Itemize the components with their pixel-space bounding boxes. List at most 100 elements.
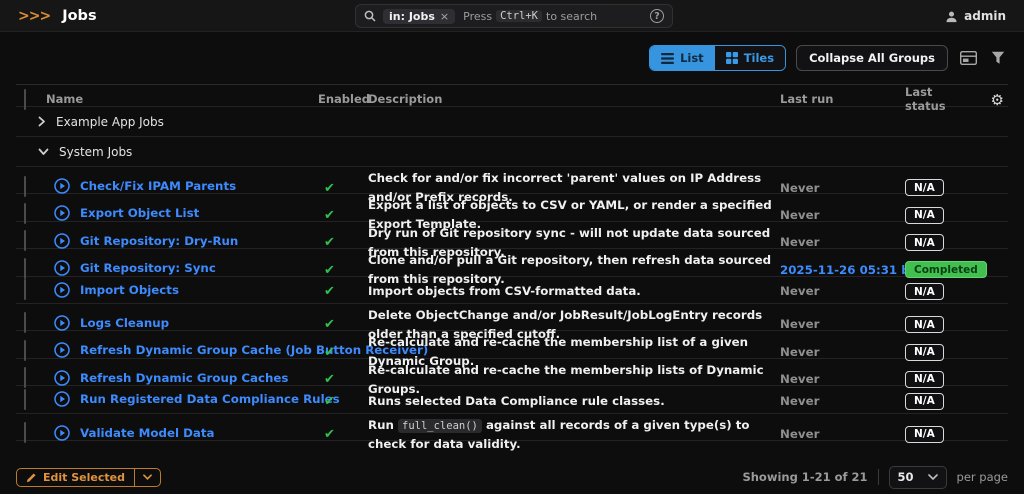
row-checkbox[interactable] — [24, 422, 26, 443]
job-name-link[interactable]: Git Repository: Dry-Run — [80, 234, 238, 248]
row-checkbox[interactable] — [24, 312, 26, 333]
search-filter-chip-label: in: Jobs — [389, 10, 435, 23]
run-job-button[interactable] — [54, 205, 70, 221]
edit-selected-dropdown-button[interactable] — [134, 469, 160, 486]
enabled-check-icon: ✔ — [324, 208, 335, 223]
run-job-button[interactable] — [54, 370, 70, 386]
user-menu[interactable]: admin — [945, 0, 1006, 32]
row-checkbox[interactable] — [24, 340, 26, 361]
column-header-last-status[interactable]: Last status — [905, 85, 975, 113]
per-page-select[interactable]: 50 — [889, 466, 947, 489]
search-filter-chip: in: Jobs × — [383, 9, 455, 24]
filter-icon[interactable] — [988, 48, 1008, 68]
search-input[interactable]: in: Jobs × Press Ctrl+K to search ? — [355, 4, 673, 28]
run-job-button[interactable] — [54, 233, 70, 249]
last-run-value: Never — [780, 284, 819, 298]
group-row[interactable]: Example App Jobs — [16, 107, 1008, 137]
group-row[interactable]: System Jobs — [16, 137, 1008, 167]
run-job-button[interactable] — [54, 260, 70, 276]
row-checkbox[interactable] — [24, 389, 26, 410]
enabled-check-icon: ✔ — [324, 372, 335, 387]
navbar: >>> Jobs in: Jobs × Press Ctrl+K to sear… — [0, 0, 1024, 32]
chip-close-icon[interactable]: × — [440, 10, 449, 23]
row-checkbox[interactable] — [24, 203, 26, 224]
jobs-page: >>> Jobs in: Jobs × Press Ctrl+K to sear… — [0, 0, 1024, 494]
status-badge: N/A — [905, 371, 944, 388]
search-icon — [364, 10, 376, 22]
collapse-all-groups-button[interactable]: Collapse All Groups — [796, 45, 948, 71]
status-badge: N/A — [905, 234, 944, 251]
job-name-link[interactable]: Import Objects — [80, 283, 179, 297]
job-name-link[interactable]: Run Registered Data Compliance Rules — [80, 392, 340, 406]
code-snippet: full_clean() — [398, 419, 482, 433]
enabled-check-icon: ✔ — [324, 284, 335, 299]
table-row: Logs Cleanup✔Delete ObjectChange and/or … — [16, 304, 1008, 331]
job-name-link[interactable]: Check/Fix IPAM Parents — [80, 179, 236, 193]
row-checkbox[interactable] — [24, 230, 26, 251]
job-name-link[interactable]: Validate Model Data — [80, 426, 214, 440]
select-all-checkbox[interactable] — [24, 89, 26, 110]
footer: Edit Selected Showing 1-21 of 21 50 per … — [16, 463, 1008, 491]
table-settings-gear-icon[interactable]: ⚙ — [991, 91, 1004, 109]
column-header-description: Description — [368, 92, 780, 106]
table-config-icon[interactable] — [958, 48, 978, 68]
status-badge: N/A — [905, 207, 944, 224]
divider — [878, 469, 879, 485]
list-view-button[interactable]: List — [650, 46, 715, 70]
ctrl-k-kbd: Ctrl+K — [496, 10, 542, 22]
search-help-icon[interactable]: ? — [650, 9, 664, 23]
status-badge: Completed — [905, 261, 987, 278]
run-job-button[interactable] — [54, 178, 70, 194]
job-name-link[interactable]: Refresh Dynamic Group Caches — [80, 371, 288, 385]
chevron-down-icon — [38, 148, 49, 156]
row-checkbox[interactable] — [24, 176, 26, 197]
job-name-link[interactable]: Export Object List — [80, 206, 199, 220]
table-row: Refresh Dynamic Group Caches✔Re-calculat… — [16, 359, 1008, 386]
job-name-link[interactable]: Logs Cleanup — [80, 316, 169, 330]
enabled-check-icon: ✔ — [324, 317, 335, 332]
edit-selected-button[interactable]: Edit Selected — [17, 469, 134, 486]
enabled-check-icon: ✔ — [324, 427, 335, 442]
run-job-button[interactable] — [54, 342, 70, 358]
status-badge: N/A — [905, 316, 944, 333]
tiles-icon — [726, 52, 738, 64]
status-badge: N/A — [905, 344, 944, 361]
enabled-check-icon: ✔ — [324, 345, 335, 360]
enabled-check-icon: ✔ — [324, 263, 335, 278]
job-description: Run full_clean() against all records of … — [368, 418, 750, 451]
edit-selected-split-button: Edit Selected — [16, 468, 161, 487]
pencil-icon — [26, 472, 37, 483]
table-row: Import Objects✔Import objects from CSV-f… — [16, 277, 1008, 304]
row-checkbox[interactable] — [24, 258, 26, 279]
tiles-view-button[interactable]: Tiles — [715, 46, 785, 70]
jobs-table: Name Enabled Description Last run Last s… — [16, 84, 1008, 441]
table-row: Refresh Dynamic Group Cache (Job Button … — [16, 331, 1008, 358]
last-run-value: Never — [780, 345, 819, 359]
column-header-name[interactable]: Name — [46, 92, 318, 106]
row-checkbox[interactable] — [24, 367, 26, 388]
search-placeholder: Press Ctrl+K to search — [463, 10, 597, 23]
user-icon — [945, 10, 958, 23]
row-checkbox[interactable] — [24, 279, 26, 300]
table-row: Git Repository: Dry-Run✔Dry run of Git r… — [16, 222, 1008, 249]
column-header-enabled[interactable]: Enabled — [318, 92, 368, 106]
table-row: Validate Model Data✔Run full_clean() aga… — [16, 414, 1008, 441]
status-badge: N/A — [905, 393, 944, 410]
last-run-value: Never — [780, 317, 819, 331]
table-header-row: Name Enabled Description Last run Last s… — [16, 84, 1008, 107]
table-row: Git Repository: Sync✔Clone and/or pull a… — [16, 249, 1008, 276]
app-logo-icon[interactable]: >>> — [18, 7, 50, 25]
column-header-last-run[interactable]: Last run — [780, 92, 905, 106]
run-job-button[interactable] — [54, 425, 70, 441]
run-job-button[interactable] — [54, 315, 70, 331]
run-job-button[interactable] — [54, 282, 70, 298]
enabled-check-icon: ✔ — [324, 394, 335, 409]
run-job-button[interactable] — [54, 391, 70, 407]
job-name-link[interactable]: Git Repository: Sync — [80, 261, 216, 275]
last-run-value: Never — [780, 208, 819, 222]
per-page-label: per page — [957, 470, 1008, 484]
status-badge: N/A — [905, 179, 944, 196]
table-row: Check/Fix IPAM Parents✔Check for and/or … — [16, 167, 1008, 194]
last-run-value: Never — [780, 372, 819, 386]
last-run-value: Never — [780, 235, 819, 249]
